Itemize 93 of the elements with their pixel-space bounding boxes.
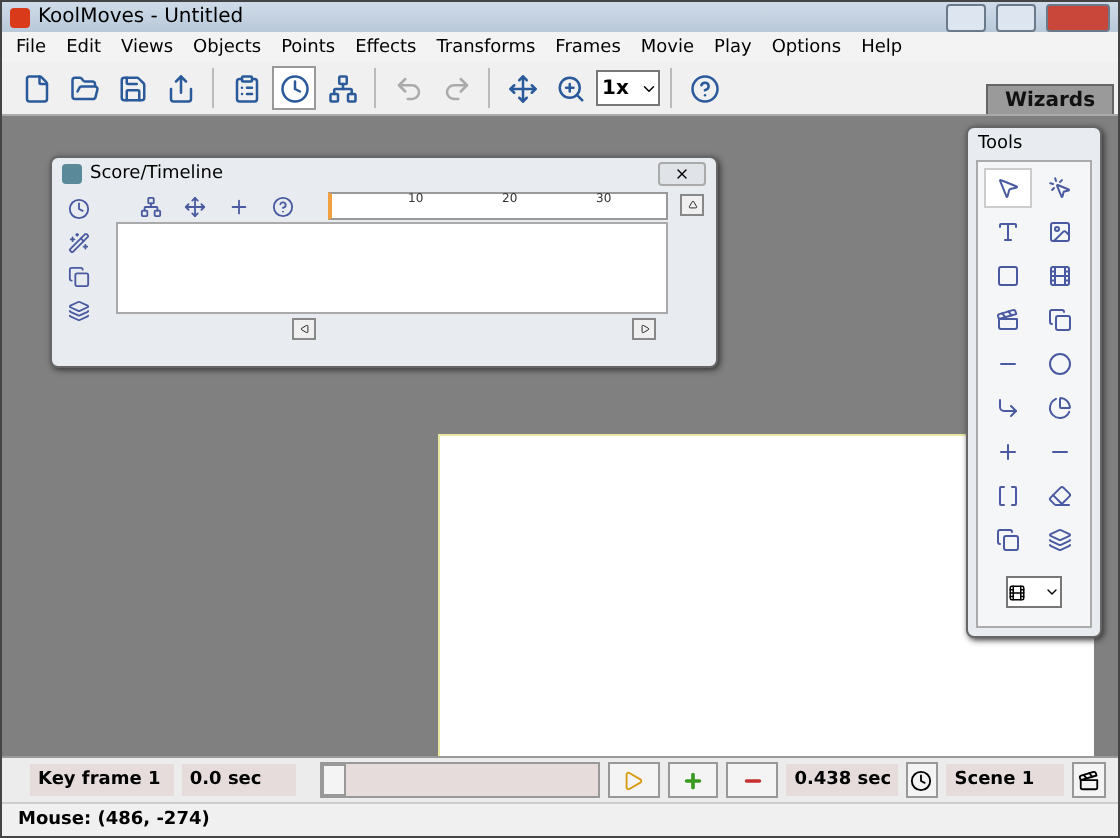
wand-icon — [67, 231, 89, 253]
menu-item[interactable]: Effects — [345, 37, 427, 57]
clipboard-icon — [231, 73, 261, 103]
help-icon — [689, 73, 719, 103]
circle-icon — [1048, 352, 1072, 376]
save-icon — [117, 73, 147, 103]
scroll-right-button[interactable] — [632, 317, 656, 339]
clock-icon — [279, 73, 309, 103]
time-field: 0.0 sec — [181, 764, 297, 796]
menu-item[interactable]: Points — [271, 37, 346, 57]
menu-item[interactable]: Play — [704, 37, 762, 57]
layers-icon — [1048, 528, 1072, 552]
clock-icon — [67, 197, 89, 219]
play-button[interactable] — [607, 762, 660, 798]
maximize-button[interactable] — [996, 3, 1036, 31]
brackets-icon — [996, 484, 1020, 508]
scroll-up-button[interactable] — [680, 194, 704, 216]
film-icon — [1008, 583, 1026, 601]
menu-item[interactable]: Options — [761, 37, 852, 57]
menu-item[interactable]: File — [6, 37, 57, 57]
subselect-icon — [1048, 176, 1072, 200]
keyframe-field: Key frame 1 — [30, 764, 174, 796]
mouse-position: Mouse: (486, -274) — [18, 810, 210, 830]
wand-button[interactable] — [64, 228, 92, 256]
copy-icon — [996, 528, 1020, 552]
image-icon — [1048, 220, 1072, 244]
clapperboard-icon — [996, 308, 1020, 332]
pie-icon — [1048, 396, 1072, 420]
hierarchy-button[interactable] — [136, 192, 164, 220]
copy-icon — [1048, 308, 1072, 332]
up-arrow-icon — [687, 200, 697, 210]
plus-icon — [996, 440, 1020, 464]
corner-icon — [996, 396, 1020, 420]
copy-icon — [67, 265, 89, 287]
add-frame-button[interactable] — [667, 762, 719, 798]
plus-icon — [227, 195, 249, 217]
window-title: KoolMoves - Untitled — [38, 6, 244, 28]
redo-icon — [441, 73, 471, 103]
menu-item[interactable]: Objects — [183, 37, 272, 57]
clapperboard-icon — [1078, 769, 1101, 791]
layers-icon — [67, 299, 89, 321]
zoom-select[interactable]: 1x — [596, 70, 660, 106]
help-button[interactable] — [268, 192, 296, 220]
pointer-tool[interactable] — [984, 168, 1032, 208]
eraser-icon — [1048, 484, 1072, 508]
move-icon — [183, 195, 205, 217]
help-icon — [271, 195, 293, 217]
score-title: Score/Timeline — [90, 164, 224, 184]
frame-slider[interactable] — [320, 762, 600, 798]
menu-item[interactable]: Transforms — [426, 37, 546, 57]
pointer-icon — [996, 176, 1020, 200]
slider-thumb[interactable] — [322, 764, 347, 796]
play-icon — [622, 769, 645, 791]
remove-frame-button[interactable] — [726, 762, 779, 798]
left-arrow-icon — [299, 323, 309, 333]
right-arrow-icon — [639, 323, 649, 333]
close-button[interactable] — [1046, 3, 1110, 31]
new-file-icon — [21, 73, 51, 103]
clock-button[interactable] — [272, 66, 316, 110]
app-logo-icon — [10, 7, 30, 27]
undo-icon — [393, 73, 423, 103]
film-icon — [1048, 264, 1072, 288]
move-button[interactable] — [180, 192, 208, 220]
menu-item[interactable]: Movie — [630, 37, 705, 57]
menu-item[interactable]: Edit — [56, 37, 111, 57]
clock-icon — [910, 769, 933, 791]
window-icon — [62, 164, 82, 184]
hierarchy-icon — [327, 73, 357, 103]
close-button[interactable] — [658, 162, 706, 186]
scene-field: Scene 1 — [946, 764, 1065, 796]
zoom-in-icon — [555, 73, 585, 103]
wizards-tab[interactable]: Wizards — [986, 84, 1114, 114]
text-icon — [996, 220, 1020, 244]
tools-title: Tools — [978, 134, 1023, 154]
close-icon — [674, 166, 690, 182]
menu-item[interactable]: Frames — [545, 37, 631, 57]
menu-item[interactable]: Views — [111, 37, 184, 57]
scroll-left-button[interactable] — [292, 317, 316, 339]
scene-button[interactable] — [1072, 762, 1106, 798]
export-icon — [165, 73, 195, 103]
square-icon — [996, 264, 1020, 288]
layer-select[interactable] — [1006, 576, 1062, 608]
duration-field: 0.438 sec — [786, 764, 898, 796]
folder-icon — [69, 73, 99, 103]
clock-button[interactable] — [905, 762, 939, 798]
plus-icon — [681, 769, 704, 791]
minimize-button[interactable] — [946, 3, 986, 31]
caret-icon — [1044, 584, 1060, 600]
hierarchy-icon — [139, 195, 161, 217]
move-icon — [507, 73, 537, 103]
layers-button[interactable] — [64, 296, 92, 324]
menu-item[interactable]: Help — [851, 37, 913, 57]
copy-button[interactable] — [64, 262, 92, 290]
